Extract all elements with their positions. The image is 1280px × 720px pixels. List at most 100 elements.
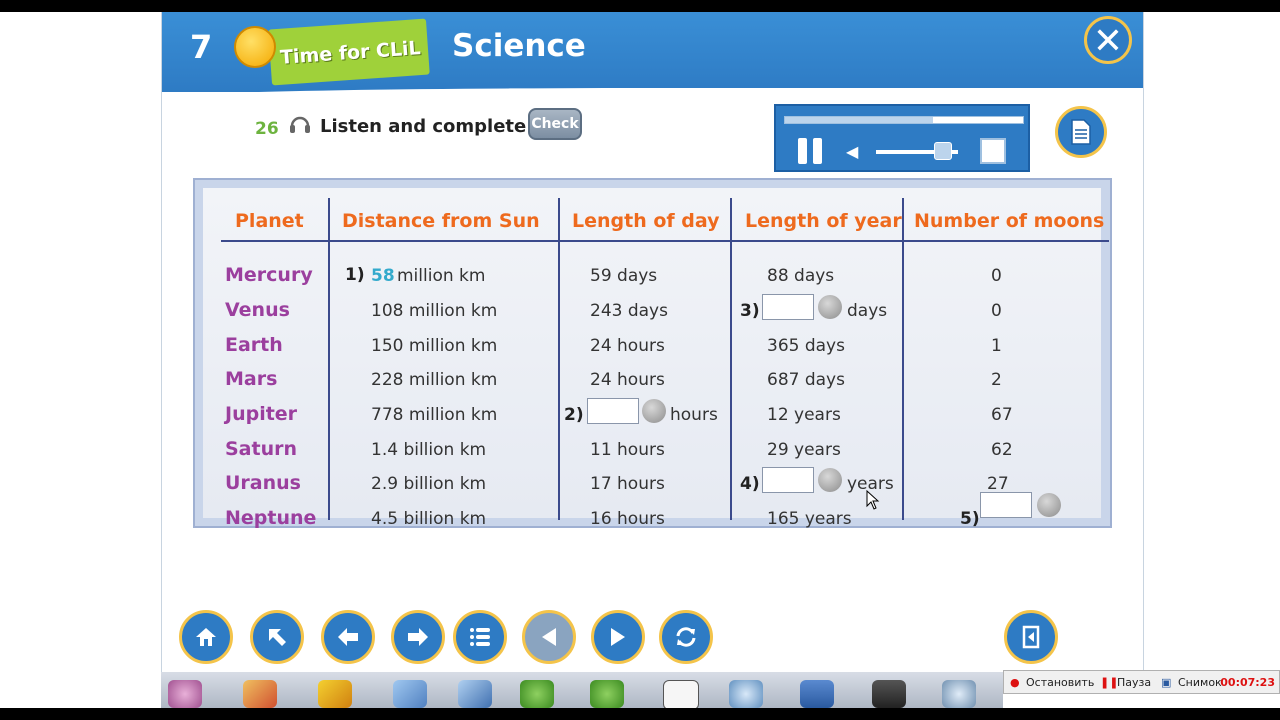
previous-page-button[interactable] [522, 610, 576, 664]
recorder-snapshot-button[interactable]: Снимок [1178, 676, 1222, 689]
answer-status-dot [818, 468, 842, 492]
planet-name: Neptune [225, 507, 317, 529]
day-cell: 11 hours [590, 440, 665, 460]
back-button[interactable] [321, 610, 375, 664]
app-window: 7 Time for CLiL Science ✕ 26 Listen and … [161, 12, 1144, 672]
magnifier-icon[interactable] [729, 680, 763, 708]
moons-cell: 0 [991, 266, 1002, 286]
year-cell: 687 days [767, 370, 845, 390]
page-title: Science [452, 28, 586, 64]
answer-input-3[interactable] [762, 294, 814, 320]
record-stop-icon: ● [1010, 676, 1020, 689]
answer-number: 5) [960, 509, 980, 529]
planet-name: Uranus [225, 472, 301, 494]
moons-cell: 27 [987, 474, 1009, 494]
home-button[interactable] [179, 610, 233, 664]
audio-progress-bar[interactable] [784, 116, 1024, 124]
monitor-icon: ▣ [1161, 676, 1172, 689]
header-year: Length of year [745, 210, 902, 232]
recorder-stop-button[interactable]: Остановить [1026, 676, 1094, 689]
distance-cell: 108 million km [371, 301, 498, 321]
transcript-button[interactable] [1055, 106, 1107, 158]
moons-cell: 62 [991, 440, 1013, 460]
answer-status-dot [818, 295, 842, 319]
planet-name: Mercury [225, 264, 313, 286]
pause-icon: ❚❚ [1100, 676, 1119, 689]
column-divider [902, 198, 904, 520]
home-icon [196, 628, 216, 646]
next-page-button[interactable] [591, 610, 645, 664]
list-icon [470, 628, 490, 646]
volume-icon[interactable]: ◀ [846, 142, 858, 161]
distance-cell: 2.9 billion km [371, 474, 487, 494]
door-exit-icon [1022, 625, 1040, 649]
answer-number: 2) [564, 405, 584, 425]
column-divider [328, 198, 330, 520]
column-divider [558, 198, 560, 520]
eraser-icon[interactable] [393, 680, 427, 708]
year-cell: 12 years [767, 405, 841, 425]
document-icon [1071, 119, 1091, 145]
close-button[interactable]: ✕ [1084, 16, 1132, 64]
sun-mascot-icon [234, 26, 276, 68]
year-cell: 165 years [767, 509, 852, 529]
globe-icon[interactable] [942, 680, 976, 708]
highlighter-icon[interactable] [318, 680, 352, 708]
green-tool-icon[interactable] [590, 680, 624, 708]
header-distance: Distance from Sun [342, 210, 540, 232]
audio-player: ◀ [774, 104, 1030, 172]
forward-button[interactable] [391, 610, 445, 664]
stop-button[interactable] [980, 138, 1006, 164]
screen-icon[interactable] [872, 680, 906, 708]
header-divider [221, 240, 1109, 242]
green-tool-icon[interactable] [520, 680, 554, 708]
planet-name: Jupiter [225, 403, 298, 425]
arrow-up-left-icon [269, 629, 286, 646]
year-cell: 88 days [767, 266, 835, 286]
arrow-left-icon [338, 628, 358, 646]
answer-input-4[interactable] [762, 467, 814, 493]
text-tool-icon[interactable] [663, 680, 699, 710]
window-icon[interactable] [800, 680, 834, 708]
year-cell: 365 days [767, 336, 845, 356]
menu-button[interactable] [453, 610, 507, 664]
distance-cell: 228 million km [371, 370, 498, 390]
check-button[interactable]: Check [528, 108, 582, 140]
pencil-icon[interactable] [243, 680, 277, 708]
answer-number: 3) [740, 301, 760, 321]
arrow-right-icon [408, 628, 428, 646]
distance-cell: million km [397, 266, 486, 286]
planet-name: Earth [225, 334, 283, 356]
answer-input-2[interactable] [587, 398, 639, 424]
answer-status-dot [642, 399, 666, 423]
pause-button[interactable] [798, 138, 824, 164]
example-answer: 58 [371, 266, 395, 286]
triangle-right-icon [611, 628, 625, 646]
tool-icon[interactable] [168, 680, 202, 708]
moons-cell: 1 [991, 336, 1002, 356]
header-moons: Number of moons [914, 210, 1105, 232]
answer-input-5[interactable] [980, 492, 1032, 518]
day-cell: 24 hours [590, 336, 665, 356]
distance-cell: 1.4 billion km [371, 440, 487, 460]
exit-activity-button[interactable] [1004, 610, 1058, 664]
day-cell: 17 hours [590, 474, 665, 494]
distance-cell: 778 million km [371, 405, 498, 425]
moons-cell: 67 [991, 405, 1013, 425]
volume-slider-knob[interactable] [934, 142, 952, 160]
checkmark-icon[interactable] [458, 680, 492, 708]
day-unit: hours [670, 405, 718, 425]
reset-button[interactable] [659, 610, 713, 664]
day-cell: 59 days [590, 266, 658, 286]
planet-name: Venus [225, 299, 290, 321]
refresh-icon [676, 627, 696, 647]
up-left-button[interactable] [250, 610, 304, 664]
top-black-bar [0, 0, 1280, 12]
screen-recorder-bar: ● Остановить ❚❚ Пауза ▣ Снимок 00:07:23 [1003, 670, 1280, 694]
distance-cell: 4.5 billion km [371, 509, 487, 529]
headphones-icon[interactable] [288, 112, 312, 136]
distance-cell: 150 million km [371, 336, 498, 356]
recorder-pause-button[interactable]: Пауза [1117, 676, 1151, 689]
planet-name: Saturn [225, 438, 298, 460]
year-cell: 29 years [767, 440, 841, 460]
